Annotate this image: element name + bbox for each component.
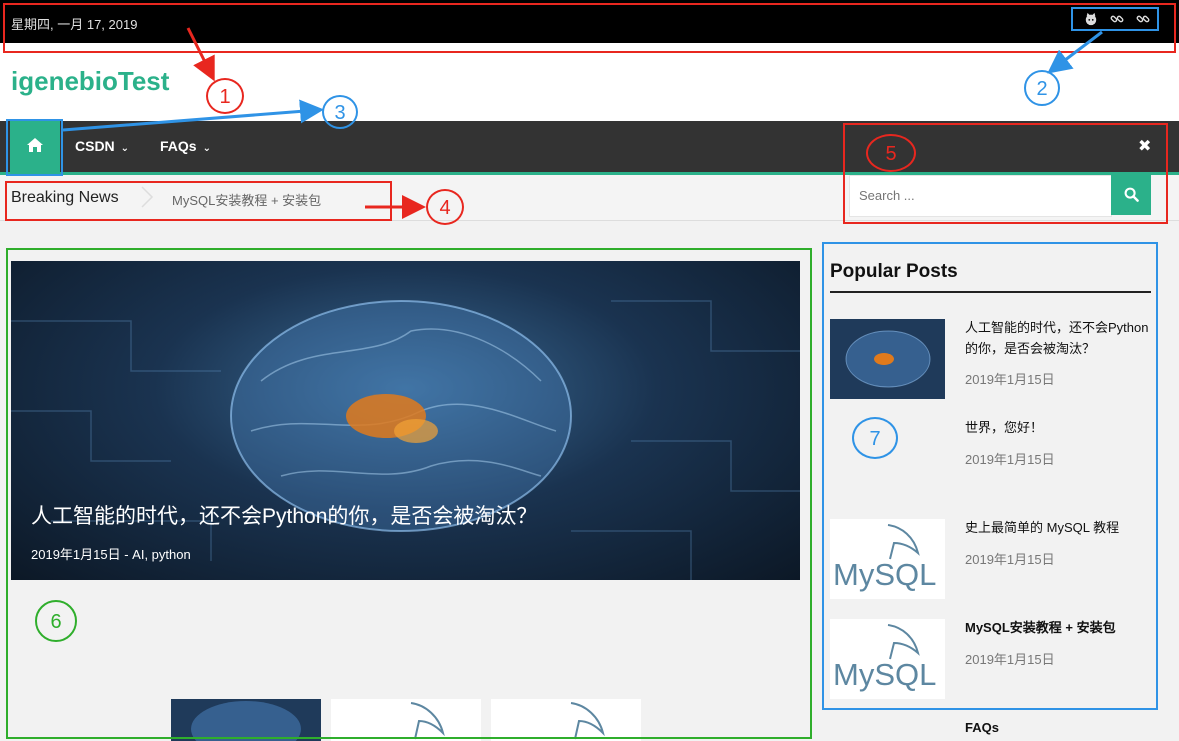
annotation-label: 4: [426, 189, 464, 225]
annotation-label: 3: [322, 95, 358, 129]
annotation-label: 1: [206, 78, 244, 114]
annotation-label: 2: [1024, 70, 1060, 106]
annotation-label: 5: [866, 134, 916, 172]
annotation-arrows: [62, 27, 1103, 219]
annotation-label: 6: [35, 600, 77, 642]
annotation-label: 7: [852, 417, 898, 459]
